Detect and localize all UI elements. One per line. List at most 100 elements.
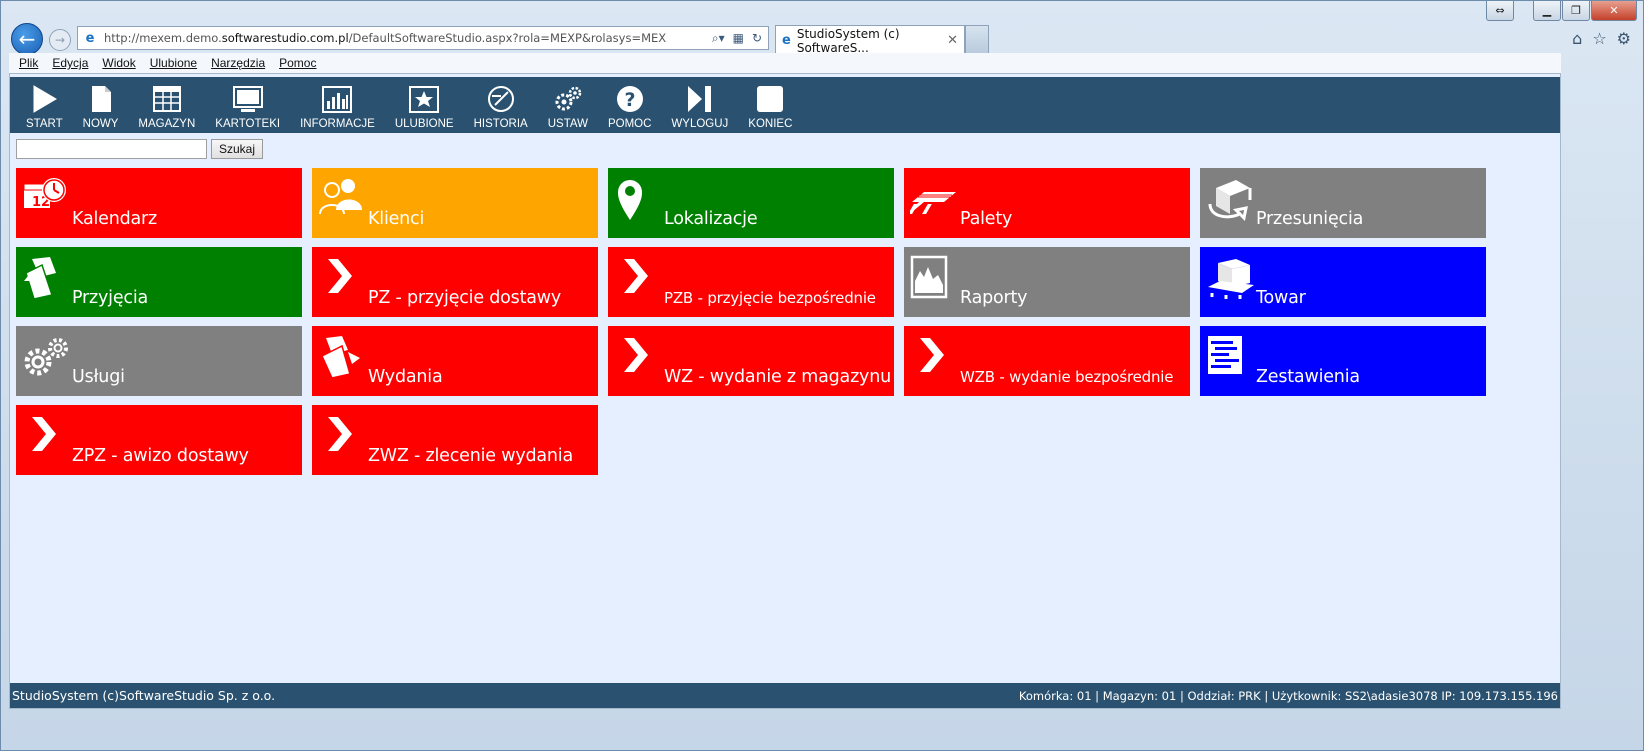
minimize-button[interactable]: ▁ [1533,1,1561,21]
status-session-info: Komórka: 01 | Magazyn: 01 | Oddział: PRK… [1018,688,1558,703]
toolbar-label: ULUBIONE [394,118,454,130]
tile-pz[interactable]: PZ - przyjęcie dostawy [312,247,598,317]
search-bar: Szukaj [16,139,264,159]
svg-text:?: ? [624,89,635,111]
tile-label: Klienci [368,209,425,229]
favorites-star-icon[interactable]: ☆ [1592,29,1606,48]
tile-label: WZ - wydanie z magazynu [664,367,891,387]
tile-label: Lokalizacje [664,209,758,229]
toolbar-wyloguj[interactable]: WYLOGUJ [661,77,738,133]
tile-label: Towar [1256,288,1306,308]
ie-icon: e [85,30,95,46]
menu-plik[interactable]: Plik [19,56,38,70]
status-company: StudioSystem (c)SoftwareStudio Sp. z o.o… [12,688,276,703]
toolbar-label: HISTORIA [473,118,528,130]
toolbar-informacje[interactable]: INFORMACJE [290,77,385,133]
chevron-right-icon [910,334,958,380]
tile-usługi[interactable]: Usługi [16,326,302,396]
tile-wzb[interactable]: WZB - wydanie bezpośrednie [904,326,1190,396]
browser-window: ⇔ ▁ ❐ ✕ ← → e http://mexem.demo.software… [0,0,1644,751]
tile-zestawienia[interactable]: Zestawienia [1200,326,1486,396]
toolbar-kartoteki[interactable]: KARTOTEKI [205,77,290,133]
search-input[interactable] [16,139,207,159]
ie-icon: e [782,33,791,48]
tile-raporty[interactable]: Raporty [904,247,1190,317]
toolbar-ustaw[interactable]: USTAW [538,77,598,133]
tile-label: Raporty [960,288,1028,308]
bar-chart-icon [321,83,353,115]
tile-wydania[interactable]: Wydania [312,326,598,396]
tile-zwz[interactable]: ZWZ - zlecenie wydania [312,405,598,475]
tile-label: ZPZ - awizo dostawy [72,446,249,466]
toolbar-magazyn[interactable]: MAGAZYN [128,77,205,133]
resize-icon[interactable]: ⇔ [1486,1,1514,21]
toolbar-label: WYLOGUJ [671,118,729,130]
forward-button[interactable]: → [49,29,71,51]
toolbar-nowy[interactable]: NOWY [73,77,129,133]
issue-icon [318,334,366,380]
compatibility-icon[interactable]: ▦ [733,31,744,46]
tile-label: Przyjęcia [72,288,149,308]
gears-icon [22,334,70,380]
toolbar-label: KONIEC [748,118,793,130]
tab-studiosystem[interactable]: e StudioSystem (c) SoftwareS... ✕ [775,25,965,55]
app-toolbar: START NOWY MAGAZYN KARTOTEKI INFORMACJE … [10,77,1560,133]
menu-bar: Plik Edycja Widok Ulubione Narzędzia Pom… [9,53,1561,73]
tile-zpz[interactable]: ZPZ - awizo dostawy [16,405,302,475]
tile-klienci[interactable]: Klienci [312,168,598,238]
page-viewport: START NOWY MAGAZYN KARTOTEKI INFORMACJE … [9,73,1561,709]
tile-towar[interactable]: Towar [1200,247,1486,317]
tile-pzb[interactable]: PZB - przyjęcie bezpośrednie [608,247,894,317]
home-icon[interactable]: ⌂ [1572,29,1582,48]
toolbar-label: START [26,118,63,130]
close-button[interactable]: ✕ [1591,1,1637,21]
play-icon [28,83,60,115]
toolbar-start[interactable]: START [16,77,73,133]
star-icon [408,83,440,115]
report-icon [910,255,958,301]
toolbar-koniec[interactable]: KONIEC [738,77,802,133]
monitor-icon [232,83,264,115]
new-tab-button[interactable] [965,25,989,55]
tile-label: PZB - przyjęcie bezpośrednie [664,289,876,307]
search-icon[interactable]: ⌕▾ [712,31,725,46]
toolbar-label: INFORMACJE [300,118,375,130]
gears-icon [552,83,584,115]
toolbar-label: MAGAZYN [138,118,196,130]
tile-kalendarz[interactable]: 12 Kalendarz [16,168,302,238]
clients-icon [318,176,366,222]
menu-widok[interactable]: Widok [102,56,135,70]
menu-narzedzia[interactable]: Narzędzia [211,56,265,70]
toolbar-label: POMOC [607,118,652,130]
toolbar-pomoc[interactable]: ? POMOC [598,77,661,133]
address-url: http://mexem.demo.softwarestudio.com.pl/… [104,31,667,45]
address-bar[interactable]: e http://mexem.demo.softwarestudio.com.p… [77,26,769,50]
calendar-clock-icon: 12 [22,176,70,222]
tab-close-icon[interactable]: ✕ [947,33,958,48]
search-button[interactable]: Szukaj [211,139,264,159]
settings-gear-icon[interactable]: ⚙ [1617,29,1631,48]
tile-lokalizacje[interactable]: Lokalizacje [608,168,894,238]
tile-label: PZ - przyjęcie dostawy [368,288,562,308]
toolbar-historia[interactable]: HISTORIA [464,77,538,133]
tile-label: Przesunięcia [1256,209,1364,229]
refresh-icon[interactable]: ↻ [752,31,762,46]
tile-wz[interactable]: WZ - wydanie z magazynu [608,326,894,396]
tile-label: Wydania [368,367,443,387]
warehouse-icon [151,83,183,115]
tab-title: StudioSystem (c) SoftwareS... [796,26,900,55]
chevron-right-icon [22,413,70,459]
tile-label: ZWZ - zlecenie wydania [368,446,573,466]
tile-palety[interactable]: Palety [904,168,1190,238]
back-button[interactable]: ← [11,23,43,55]
toolbar-ulubione[interactable]: ULUBIONE [385,77,464,133]
tile-przyjęcia[interactable]: Przyjęcia [16,247,302,317]
menu-pomoc[interactable]: Pomoc [279,56,316,70]
maximize-button[interactable]: ❐ [1562,1,1590,21]
menu-edycja[interactable]: Edycja [52,56,88,70]
history-icon [485,83,517,115]
menu-ulubione[interactable]: Ulubione [150,56,197,70]
tile-label: Kalendarz [72,209,158,229]
chevron-right-icon [614,255,662,301]
tile-przesunięcia[interactable]: Przesunięcia [1200,168,1486,238]
